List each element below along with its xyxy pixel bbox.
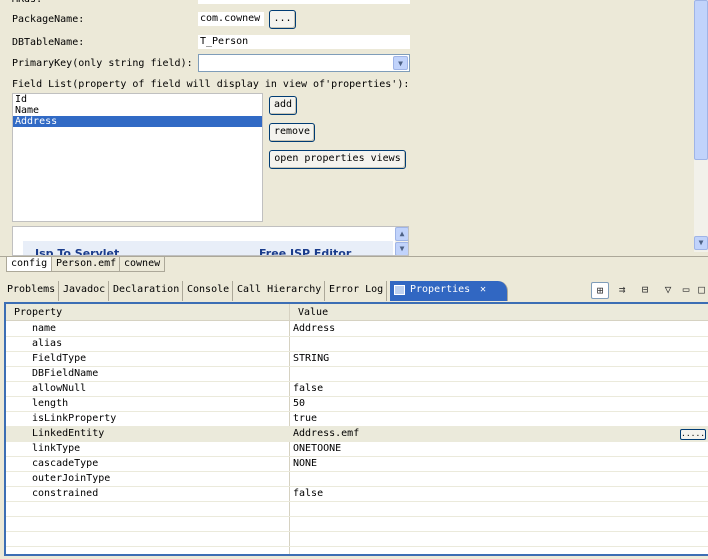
editor-page-tabs: config Person.emf cownew: [0, 256, 708, 272]
property-name: linkType: [32, 443, 81, 454]
property-value[interactable]: NONE: [293, 457, 317, 471]
table-row[interactable]: allowNull false: [6, 382, 708, 397]
property-value[interactable]: STRING: [293, 352, 329, 366]
property-name: cascadeType: [32, 458, 99, 469]
scroll-up-icon[interactable]: ▲: [395, 227, 408, 241]
properties-icon: [394, 285, 405, 295]
property-name: length: [32, 398, 69, 409]
table-row[interactable]: LinkedEntity Address.emf.....: [6, 427, 708, 442]
property-name: outerJoinType: [32, 473, 111, 484]
close-icon[interactable]: ✕: [480, 281, 486, 299]
table-row[interactable]: cascadeType NONE: [6, 457, 708, 472]
table-row[interactable]: [6, 532, 708, 547]
filter-advanced-icon[interactable]: ⇉: [613, 282, 631, 299]
property-value[interactable]: 50: [293, 397, 305, 411]
tab-problems[interactable]: Problems: [4, 281, 60, 301]
table-row[interactable]: [6, 517, 708, 532]
property-name: constrained: [32, 488, 99, 499]
top-cutoff-field[interactable]: [198, 0, 410, 4]
editor-scrollbar[interactable]: ▼: [694, 0, 708, 252]
chevron-down-icon[interactable]: ▼: [393, 56, 408, 70]
property-name: alias: [32, 338, 63, 349]
field-list[interactable]: Id Name Address: [12, 93, 263, 222]
tab-config[interactable]: config: [6, 257, 53, 272]
property-name: name: [32, 323, 57, 334]
column-header-value[interactable]: Value: [290, 304, 708, 321]
table-row[interactable]: alias: [6, 337, 708, 352]
embedded-link-2[interactable]: Free JSP Editor: [259, 247, 351, 255]
list-item-selected[interactable]: Address: [13, 116, 262, 127]
show-categories-icon[interactable]: ⊞: [591, 282, 609, 299]
property-name: LinkedEntity: [32, 428, 105, 439]
table-row[interactable]: linkType ONETOONE: [6, 442, 708, 457]
table-row[interactable]: FieldType STRING: [6, 352, 708, 367]
property-name: allowNull: [32, 383, 87, 394]
table-row[interactable]: isLinkProperty true: [6, 412, 708, 427]
db-table-name-label: DBTableName:: [12, 37, 85, 48]
minimize-icon[interactable]: ▭: [677, 282, 695, 299]
package-name-label: PackageName:: [12, 14, 85, 25]
add-field-button[interactable]: add: [269, 96, 297, 115]
restore-default-icon[interactable]: ⊟: [636, 282, 654, 299]
maximize-icon[interactable]: □: [695, 282, 708, 299]
embedded-banner: Jsp To Servlet Free JSP Editor: [23, 241, 393, 255]
package-name-field[interactable]: com.cownew: [198, 12, 264, 26]
tab-properties[interactable]: Properties ✕: [390, 281, 508, 301]
table-row[interactable]: outerJoinType: [6, 472, 708, 487]
column-header-property[interactable]: Property: [6, 304, 290, 321]
tab-call-hierarchy[interactable]: Call Hierarchy: [234, 281, 326, 301]
embedded-browser-strip: Jsp To Servlet Free JSP Editor ▲ ▼: [12, 226, 409, 256]
primary-key-label: PrimaryKey(only string field):: [12, 58, 193, 69]
tab-person-emf[interactable]: Person.emf: [51, 257, 122, 272]
table-row[interactable]: length 50: [6, 397, 708, 412]
ellipsis-button[interactable]: .....: [680, 429, 706, 440]
properties-view: Property Value name Address alias FieldType…: [4, 302, 708, 556]
tab-error-log[interactable]: Error Log: [326, 281, 388, 301]
property-value[interactable]: false: [293, 487, 323, 501]
top-cutoff-label: MRds:: [12, 0, 42, 5]
remove-field-button[interactable]: remove: [269, 123, 315, 142]
tab-console[interactable]: Console: [184, 281, 234, 301]
property-name: isLinkProperty: [32, 413, 117, 424]
property-name: FieldType: [32, 353, 87, 364]
open-properties-views-button[interactable]: open properties views: [269, 150, 406, 169]
property-value[interactable]: Address: [293, 322, 335, 336]
db-table-name-field[interactable]: T_Person: [198, 35, 410, 49]
list-item[interactable]: Name: [13, 105, 262, 116]
scroll-down-icon[interactable]: ▼: [395, 242, 408, 255]
property-value[interactable]: ONETOONE: [293, 442, 341, 456]
tab-declaration[interactable]: Declaration: [110, 281, 184, 301]
embedded-link-1[interactable]: Jsp To Servlet: [35, 247, 119, 255]
table-row[interactable]: DBFieldName: [6, 367, 708, 382]
browse-package-button[interactable]: ...: [269, 10, 296, 29]
field-list-label: Field List(property of field will displa…: [12, 79, 410, 90]
editor-scroll-thumb[interactable]: [694, 0, 708, 160]
property-value[interactable]: true: [293, 412, 317, 426]
primary-key-combo[interactable]: ▼: [198, 54, 410, 72]
list-item[interactable]: Id: [13, 94, 262, 105]
table-row[interactable]: [6, 502, 708, 517]
property-value[interactable]: false: [293, 382, 323, 396]
table-row[interactable]: name Address: [6, 322, 708, 337]
property-name: DBFieldName: [32, 368, 99, 379]
tab-properties-label: Properties: [410, 284, 471, 295]
embedded-scrollbar[interactable]: ▲ ▼: [395, 227, 408, 255]
tab-javadoc[interactable]: Javadoc: [60, 281, 110, 301]
view-menu-icon[interactable]: ▽: [659, 282, 677, 299]
table-row[interactable]: constrained false: [6, 487, 708, 502]
tab-cownew[interactable]: cownew: [119, 257, 166, 272]
property-value[interactable]: Address.emf: [293, 427, 359, 441]
entity-editor: MRds: PackageName: com.cownew ... DBTabl…: [0, 0, 708, 256]
view-tab-bar: Problems Javadoc Declaration Console Cal…: [0, 278, 708, 302]
scroll-down-icon[interactable]: ▼: [694, 236, 708, 250]
